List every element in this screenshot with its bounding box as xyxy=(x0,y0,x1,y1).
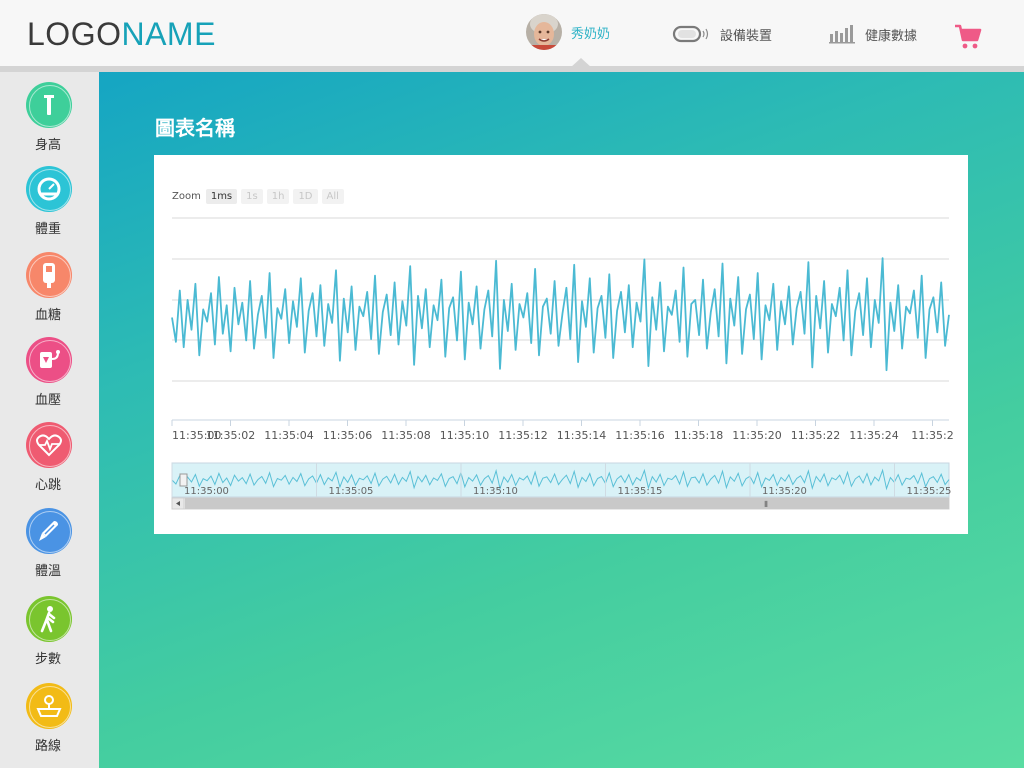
blood-pressure-icon xyxy=(26,337,72,383)
navigator-tick-label: 11:35:10 xyxy=(473,486,518,497)
x-tick-label: 11:35:06 xyxy=(323,429,372,442)
sidebar-item-label: 身高 xyxy=(34,138,61,153)
x-tick-label: 11:35:04 xyxy=(264,429,313,442)
nav-device-label: 設備裝置 xyxy=(720,28,773,44)
navigator-tick-label: 11:35:00 xyxy=(184,486,229,497)
user-name: 秀奶奶 xyxy=(571,26,611,42)
sidebar-item-label: 體溫 xyxy=(34,564,61,579)
sidebar-item-label: 血糖 xyxy=(34,308,61,323)
navigator-tick-label: 11:35:20 xyxy=(762,486,807,497)
sidebar-item-temperature[interactable]: 體溫 xyxy=(0,508,99,588)
logo-text-part1: LOGO xyxy=(27,16,122,52)
x-tick-label: 11:35:16 xyxy=(615,429,664,442)
logo-text-part2: NAME xyxy=(121,16,216,52)
scrollbar-thumb[interactable] xyxy=(185,498,949,509)
sidebar-item-blood-pressure[interactable]: 血壓 xyxy=(0,337,99,417)
glucose-meter-icon xyxy=(26,252,72,298)
heartbeat-icon xyxy=(26,422,72,468)
x-tick-label: 11:35:12 xyxy=(498,429,547,442)
thermometer-icon xyxy=(26,508,72,554)
sidebar-item-route[interactable]: 路線 xyxy=(0,683,99,763)
scale-icon xyxy=(26,166,72,212)
ruler-icon xyxy=(26,82,72,128)
bar-chart-icon xyxy=(829,25,855,44)
navigator-tick-label: 11:35:05 xyxy=(329,486,374,497)
x-tick-label: 11:35:24 xyxy=(849,429,898,442)
sidebar-item-blood-sugar[interactable]: 血糖 xyxy=(0,252,99,332)
sidebar-item-weight[interactable]: 體重 xyxy=(0,166,99,246)
x-tick-label: 11:35:22 xyxy=(791,429,840,442)
series-line xyxy=(171,257,950,372)
nav-health-label: 健康數據 xyxy=(865,28,918,44)
x-tick-label: 11:35:10 xyxy=(440,429,489,442)
x-tick-label: 11:35:20 xyxy=(732,429,781,442)
sidebar-item-steps[interactable]: 步數 xyxy=(0,596,99,676)
nav-device[interactable]: 設備裝置 xyxy=(672,22,772,46)
top-header: LOGONAME 秀奶奶 設備裝置 健康數據 xyxy=(0,0,1024,68)
sidebar-item-heartbeat[interactable]: 心跳 xyxy=(0,422,99,502)
x-tick-label: 11:35:14 xyxy=(557,429,606,442)
navigator-area xyxy=(171,462,950,498)
sidebar-item-label: 步數 xyxy=(34,652,61,667)
cart-button[interactable] xyxy=(953,22,983,56)
cart-icon xyxy=(955,24,982,49)
chart-title: 圖表名稱 xyxy=(155,116,235,140)
sidebar-item-label: 血壓 xyxy=(34,393,61,408)
chart-card: Zoom 1ms 1s 1h 1D All 11:35:00 11:35:02 11… xyxy=(154,155,968,534)
wristband-icon xyxy=(672,25,709,43)
main-content: 圖表名稱 Zoom 1ms 1s 1h 1D All 11:35:00 11:35… xyxy=(99,72,1024,768)
line-chart[interactable]: 11:35:00 11:35:02 11:35:04 11:35:06 11:35:08… xyxy=(154,155,968,534)
walking-icon xyxy=(26,596,72,642)
nav-user[interactable]: 秀奶奶 xyxy=(526,12,610,52)
sidebar-item-height[interactable]: 身高 xyxy=(0,82,99,162)
sidebar-item-label: 體重 xyxy=(34,222,61,237)
sidebar-item-label: 路線 xyxy=(34,739,61,754)
sidebar-item-label: 心跳 xyxy=(34,478,61,493)
x-tick-label: 11:35:02 xyxy=(206,429,255,442)
scrollbar-grip: ⦀ xyxy=(764,500,768,509)
navigator-handle[interactable] xyxy=(179,473,188,487)
x-tick-label: 11:35:08 xyxy=(381,429,430,442)
nav-health-data[interactable]: 健康數據 xyxy=(829,22,917,46)
map-route-icon xyxy=(26,683,72,729)
sidebar: 身高 體重 血糖 血壓 心跳 體溫 步數 路線 xyxy=(0,72,99,768)
logo[interactable]: LOGONAME xyxy=(27,16,216,52)
navigator-tick-label: 11:35:25 xyxy=(907,486,952,497)
navigator-tick-label: 11:35:15 xyxy=(618,486,663,497)
x-tick-label: 11:35:2 xyxy=(911,429,953,442)
x-tick-label: 11:35:18 xyxy=(674,429,723,442)
avatar xyxy=(526,14,562,50)
